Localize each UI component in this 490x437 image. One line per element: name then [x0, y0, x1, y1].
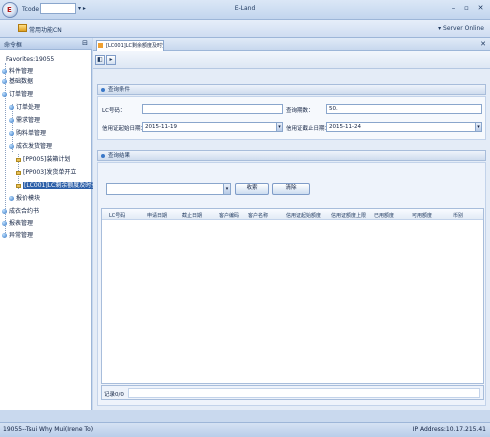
- tree-item-materials[interactable]: 料件管理: [2, 67, 33, 76]
- tree-item-demand[interactable]: 需求管理: [9, 116, 40, 125]
- toolbar-run-button[interactable]: ▸: [106, 55, 116, 65]
- col-lc-no[interactable]: LC号码: [109, 212, 125, 219]
- query-section-title: 查询条件: [108, 87, 131, 93]
- results-section-header: 查询结果: [97, 150, 486, 161]
- results-section-title: 查询结果: [108, 153, 131, 159]
- col-customer-code[interactable]: 客户编码: [219, 212, 239, 219]
- maximize-button[interactable]: ▫: [461, 3, 472, 13]
- tree-item-label: [PP005]装箱计划: [23, 156, 71, 163]
- tree-item-purchase[interactable]: 购料单管理: [9, 129, 46, 138]
- tree-item-label: 需求管理: [16, 117, 41, 124]
- favorites-menu[interactable]: 常用功能CN: [29, 25, 62, 34]
- menu-bar: [0, 20, 490, 38]
- horizontal-scrollbar[interactable]: [128, 388, 480, 398]
- end-date-picker[interactable]: 2015-11-24 ▾: [326, 122, 482, 132]
- tab-icon: [98, 43, 103, 48]
- toolbar-layout-button[interactable]: ◧: [95, 55, 105, 65]
- status-ip: IP Address:10.17.215.41: [412, 426, 486, 433]
- folder-icon: [16, 171, 21, 175]
- tree-item-reports[interactable]: 报表管理: [2, 219, 33, 228]
- period-input[interactable]: 50.: [326, 104, 482, 114]
- query-section-header: 查询条件: [97, 84, 486, 95]
- lc-no-input[interactable]: [142, 104, 283, 114]
- results-grid: [101, 208, 484, 384]
- tree-item-exceptions[interactable]: 异常管理: [2, 231, 33, 240]
- col-used-amount[interactable]: 已用额度: [374, 212, 394, 219]
- tree-item-pp005[interactable]: [PP005]装箱计划: [16, 155, 70, 164]
- tree-item-pp003[interactable]: [PP003]发货单开立: [16, 168, 76, 177]
- node-icon: [9, 118, 14, 123]
- result-filter-select[interactable]: ▾: [106, 183, 231, 195]
- record-count: 记录0/0: [104, 392, 124, 398]
- col-deadline[interactable]: 截止日期: [182, 212, 202, 219]
- pin-icon[interactable]: ⊟: [82, 39, 88, 47]
- tree-item-order-processing[interactable]: 订单处理: [9, 103, 40, 112]
- node-icon: [9, 131, 14, 136]
- tree-item-lc001[interactable]: [LC001]LC剩余额度及时查询: [16, 181, 105, 190]
- col-lc-start-amount[interactable]: 信用证起始额度: [286, 212, 321, 219]
- close-window-button[interactable]: ✕: [475, 3, 486, 13]
- node-icon: [2, 209, 7, 214]
- tree-item-label: 订单管理: [9, 91, 34, 98]
- tree-item-label: 基础数据: [9, 78, 34, 85]
- chevron-down-icon[interactable]: ▾: [223, 184, 230, 194]
- tree-item-basic-data[interactable]: 基础数据: [2, 77, 33, 86]
- col-lc-limit[interactable]: 信用证额度上限: [331, 212, 366, 219]
- node-icon: [9, 196, 14, 201]
- favorites-folder-icon: [18, 24, 27, 32]
- folder-icon: [16, 158, 21, 162]
- toolbar: [93, 51, 490, 69]
- command-panel-title: 命令框: [4, 42, 23, 49]
- start-date-value: 2015-11-19: [145, 124, 177, 130]
- start-date-picker[interactable]: 2015-11-19 ▾: [142, 122, 283, 132]
- tree-item-garment-contract[interactable]: 成衣合约书: [2, 207, 39, 216]
- tree-item-label: 成衣发货管理: [16, 143, 53, 150]
- close-tab-icon[interactable]: ✕: [480, 40, 486, 48]
- server-status[interactable]: ▾ Server Online: [438, 25, 484, 32]
- node-icon: [9, 144, 14, 149]
- node-icon: [2, 79, 7, 84]
- section-bullet-icon: [101, 88, 105, 92]
- tree-item-label: 料件管理: [9, 68, 34, 75]
- chevron-down-icon[interactable]: ▾: [475, 123, 481, 131]
- end-date-value: 2015-11-24: [329, 124, 361, 130]
- folder-icon: [16, 184, 21, 188]
- chevron-down-icon[interactable]: ▾: [276, 123, 282, 131]
- node-icon: [2, 221, 7, 226]
- command-panel-header: 命令框 ⊟: [0, 38, 92, 50]
- tab-lc001[interactable]: [LC001]LC剩余额度及时查询: [96, 40, 164, 51]
- tree-item-label: Favorites:19055: [6, 56, 55, 63]
- tree-item-label: 异常管理: [9, 232, 34, 239]
- end-date-label: 信用证截止日期：: [286, 126, 331, 132]
- node-icon: [2, 92, 7, 97]
- node-icon: [9, 105, 14, 110]
- col-apply-date[interactable]: 申请日期: [147, 212, 167, 219]
- start-date-label: 信用证起始日期：: [102, 126, 147, 132]
- tree-item-quotation[interactable]: 报价模块: [9, 194, 40, 203]
- clear-button[interactable]: 清除: [272, 183, 310, 195]
- tree-item-favorites[interactable]: Favorites:19055: [6, 55, 54, 64]
- period-label: 查询期数：: [286, 108, 314, 114]
- tree-item-garment-shipping[interactable]: 成衣发货管理: [9, 142, 52, 151]
- window-title: E-Land: [234, 5, 256, 12]
- tree-item-label: 订单处理: [16, 104, 41, 111]
- minimize-button[interactable]: –: [448, 3, 459, 13]
- search-button[interactable]: 收索: [235, 183, 269, 195]
- col-currency[interactable]: 币别: [453, 212, 463, 219]
- tree-item-label: 成衣合约书: [9, 208, 40, 215]
- tree-item-label: 购料单管理: [16, 130, 47, 137]
- col-available-amount[interactable]: 可用额度: [412, 212, 432, 219]
- query-panel: [97, 96, 486, 140]
- node-icon: [2, 69, 7, 74]
- tree-item-label: [PP003]发货单开立: [23, 169, 77, 176]
- tree-item-label: 报表管理: [9, 220, 34, 227]
- tree-item-orders[interactable]: 订单管理: [2, 90, 33, 99]
- node-icon: [2, 233, 7, 238]
- tree-item-label: 报价模块: [16, 195, 41, 202]
- lc-no-label: LC号码：: [102, 108, 126, 114]
- status-user: 19055--Tsui Why Mui(Irene To): [3, 426, 94, 433]
- section-bullet-icon: [101, 154, 105, 158]
- col-customer-name[interactable]: 客户名称: [248, 212, 268, 219]
